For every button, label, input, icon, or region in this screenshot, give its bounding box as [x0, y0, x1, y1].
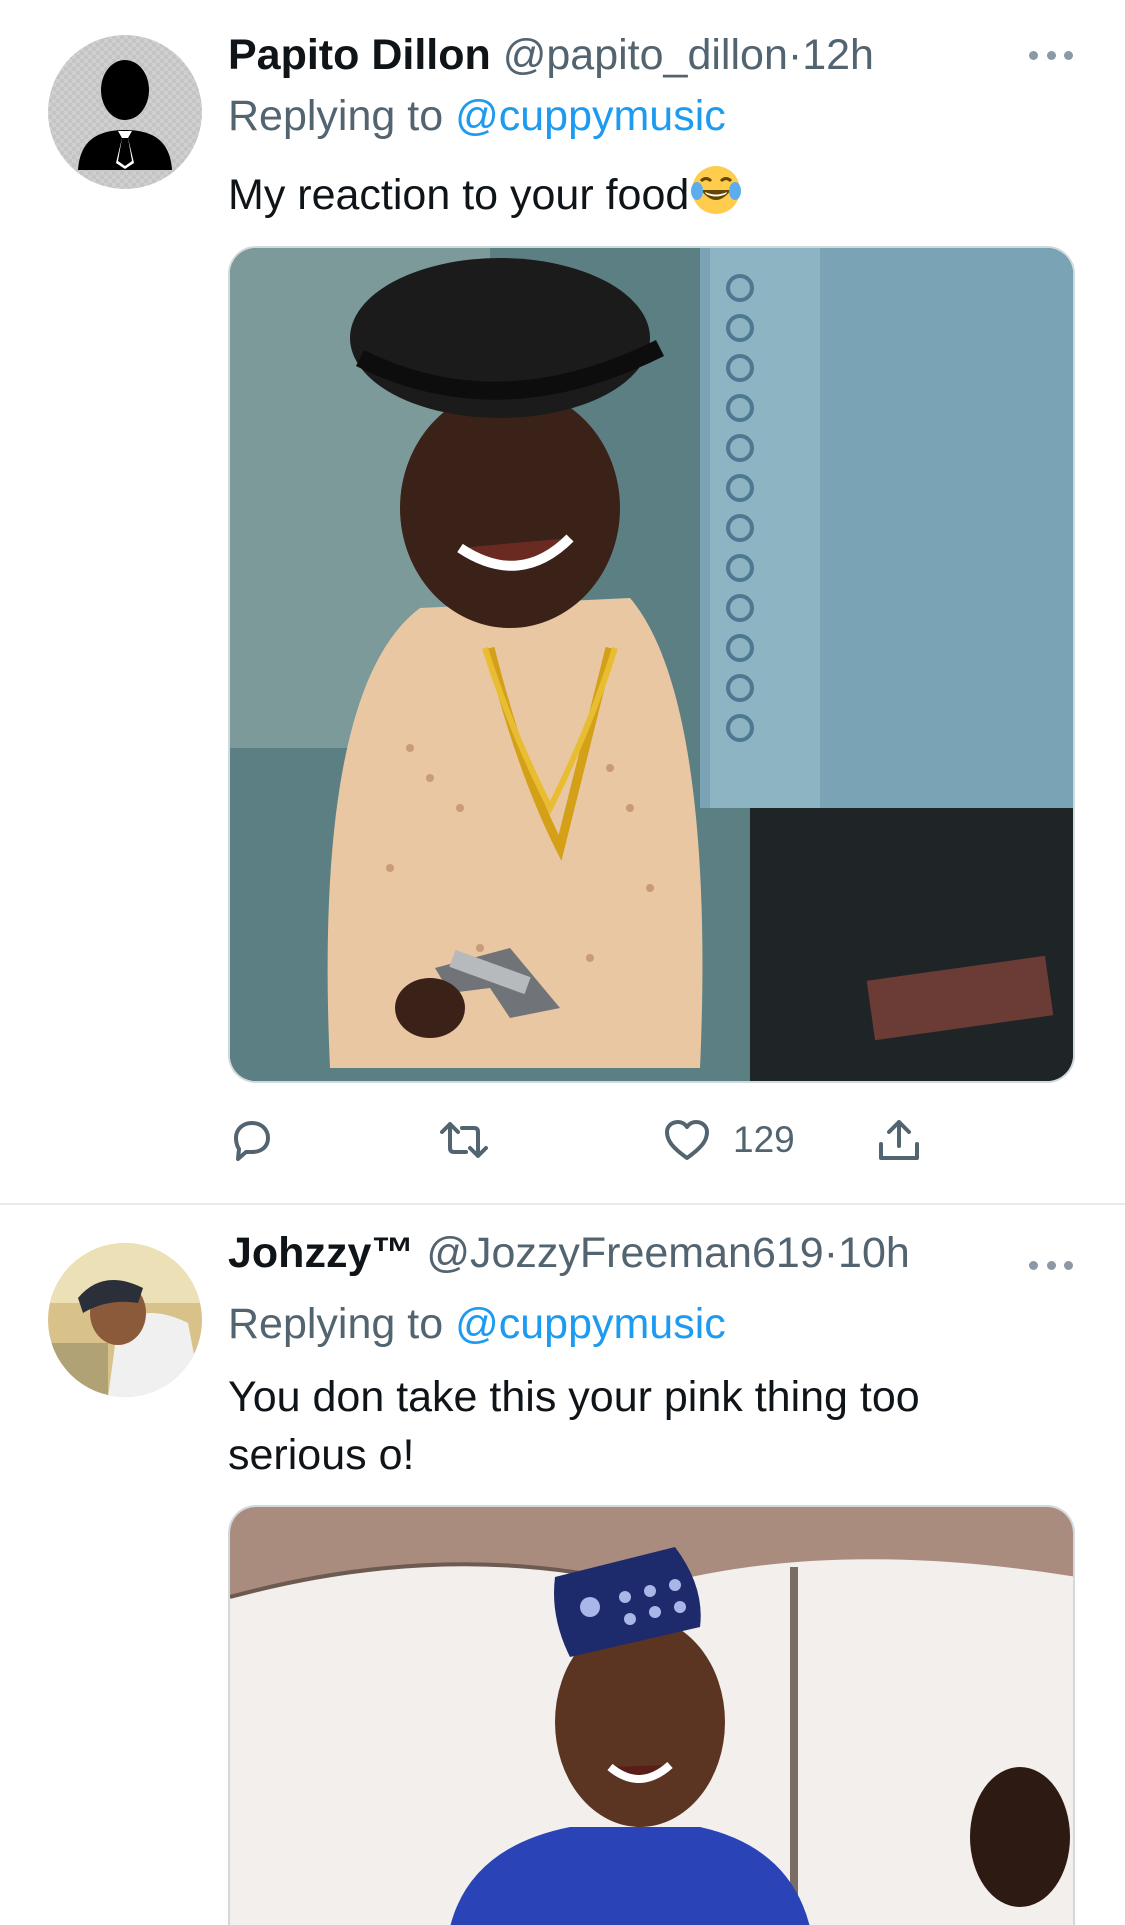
- reply-button[interactable]: [228, 1110, 276, 1170]
- mention-link[interactable]: @cuppymusic: [455, 92, 726, 140]
- timestamp[interactable]: 10h: [838, 1229, 910, 1277]
- tweet[interactable]: Johzzy™ @JozzyFreeman619·10h Replying to…: [0, 1205, 1125, 1925]
- tweet-text: You don take this your pink thing too se…: [228, 1373, 920, 1479]
- tweet-header: Johzzy™ @JozzyFreeman619·10h: [228, 1226, 910, 1280]
- replying-to: Replying to @cuppymusic: [228, 1297, 726, 1351]
- tweet-photo[interactable]: [228, 246, 1075, 1083]
- face-with-tears-of-joy-icon: [691, 166, 742, 214]
- more-options-icon[interactable]: [1029, 1258, 1073, 1272]
- retweet-button[interactable]: [438, 1110, 490, 1170]
- meme-photo: [230, 248, 1073, 1081]
- retweet-icon: [440, 1122, 488, 1158]
- like-count: 129: [733, 1119, 795, 1160]
- share-button[interactable]: [876, 1110, 922, 1170]
- handle[interactable]: @papito_dillon: [503, 31, 788, 79]
- mention-link[interactable]: @cuppymusic: [455, 1300, 726, 1348]
- timestamp[interactable]: 12h: [802, 31, 874, 79]
- separator-dot: ·: [823, 1229, 839, 1277]
- more-options-icon[interactable]: [1029, 48, 1073, 62]
- tweet-text: My reaction to your food: [228, 163, 1048, 224]
- handle[interactable]: @JozzyFreeman619: [426, 1229, 823, 1277]
- display-name[interactable]: Johzzy™: [228, 1229, 414, 1277]
- tweet-actions: 129: [228, 1110, 1028, 1170]
- avatar[interactable]: [48, 1243, 202, 1397]
- replying-to-label: Replying to: [228, 1300, 444, 1348]
- tweet-header: Papito Dillon @papito_dillon·12h: [228, 28, 874, 82]
- tweet-text-body: My reaction to your food: [228, 171, 690, 219]
- tweet[interactable]: Papito Dillon @papito_dillon·12h Replyin…: [0, 0, 1125, 1203]
- tweet-photo[interactable]: [228, 1505, 1075, 1925]
- heart-icon: [665, 1120, 709, 1160]
- replying-to: Replying to @cuppymusic: [228, 89, 726, 143]
- man-in-cap-photo: [230, 1507, 1073, 1925]
- reply-icon: [234, 1121, 270, 1161]
- separator-dot: ·: [787, 31, 803, 79]
- user-photo: [48, 1243, 202, 1397]
- share-icon: [879, 1120, 919, 1160]
- like-button[interactable]: 129: [663, 1110, 795, 1170]
- replying-to-label: Replying to: [228, 92, 444, 140]
- display-name[interactable]: Papito Dillon: [228, 31, 491, 79]
- avatar[interactable]: [48, 35, 202, 189]
- default-user-icon: [48, 35, 202, 189]
